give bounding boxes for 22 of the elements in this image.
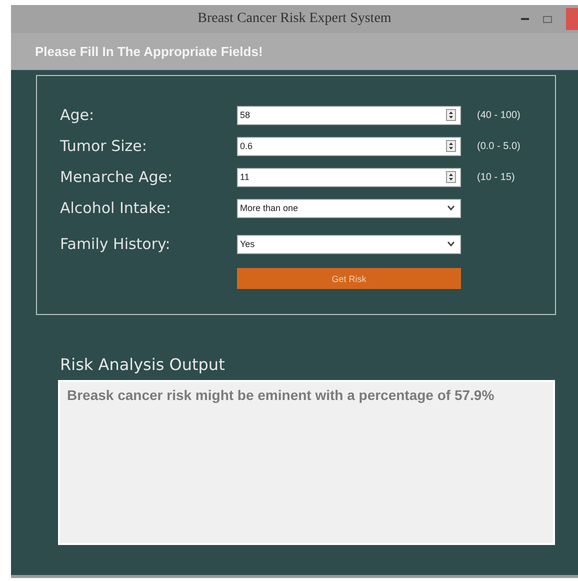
range-hint: (10 - 15) bbox=[477, 172, 515, 182]
instruction-text: Please Fill In The Appropriate Fields! bbox=[35, 44, 263, 59]
dropdown[interactable]: Yes bbox=[237, 234, 461, 254]
field-label: Tumor Size: bbox=[60, 137, 148, 155]
spinner-icon[interactable] bbox=[446, 171, 456, 183]
window-title: Breast Cancer Risk Expert System bbox=[198, 11, 392, 27]
range-hint: (0.0 - 5.0) bbox=[477, 140, 520, 152]
spinner-icon[interactable] bbox=[446, 109, 456, 121]
range-hint: (40 - 100) bbox=[477, 110, 520, 120]
dropdown[interactable]: More than one bbox=[237, 198, 461, 218]
output-heading: Risk Analysis Output bbox=[60, 355, 226, 374]
number-field[interactable]: 58 bbox=[237, 106, 461, 124]
spinner-icon[interactable] bbox=[446, 140, 456, 152]
field-label: Menarche Age: bbox=[60, 168, 174, 186]
output-text: Breask cancer risk might be eminent with a percentage of 57.9% bbox=[67, 387, 494, 403]
field-label: Family History: bbox=[60, 235, 172, 253]
number-field[interactable]: 0.6 bbox=[237, 136, 461, 156]
field-label: Age: bbox=[60, 106, 96, 124]
number-field[interactable]: 11 bbox=[237, 168, 461, 186]
caret-icon[interactable] bbox=[447, 205, 455, 211]
caret-icon[interactable] bbox=[447, 241, 455, 247]
field-label: Alcohol Intake: bbox=[60, 199, 172, 217]
